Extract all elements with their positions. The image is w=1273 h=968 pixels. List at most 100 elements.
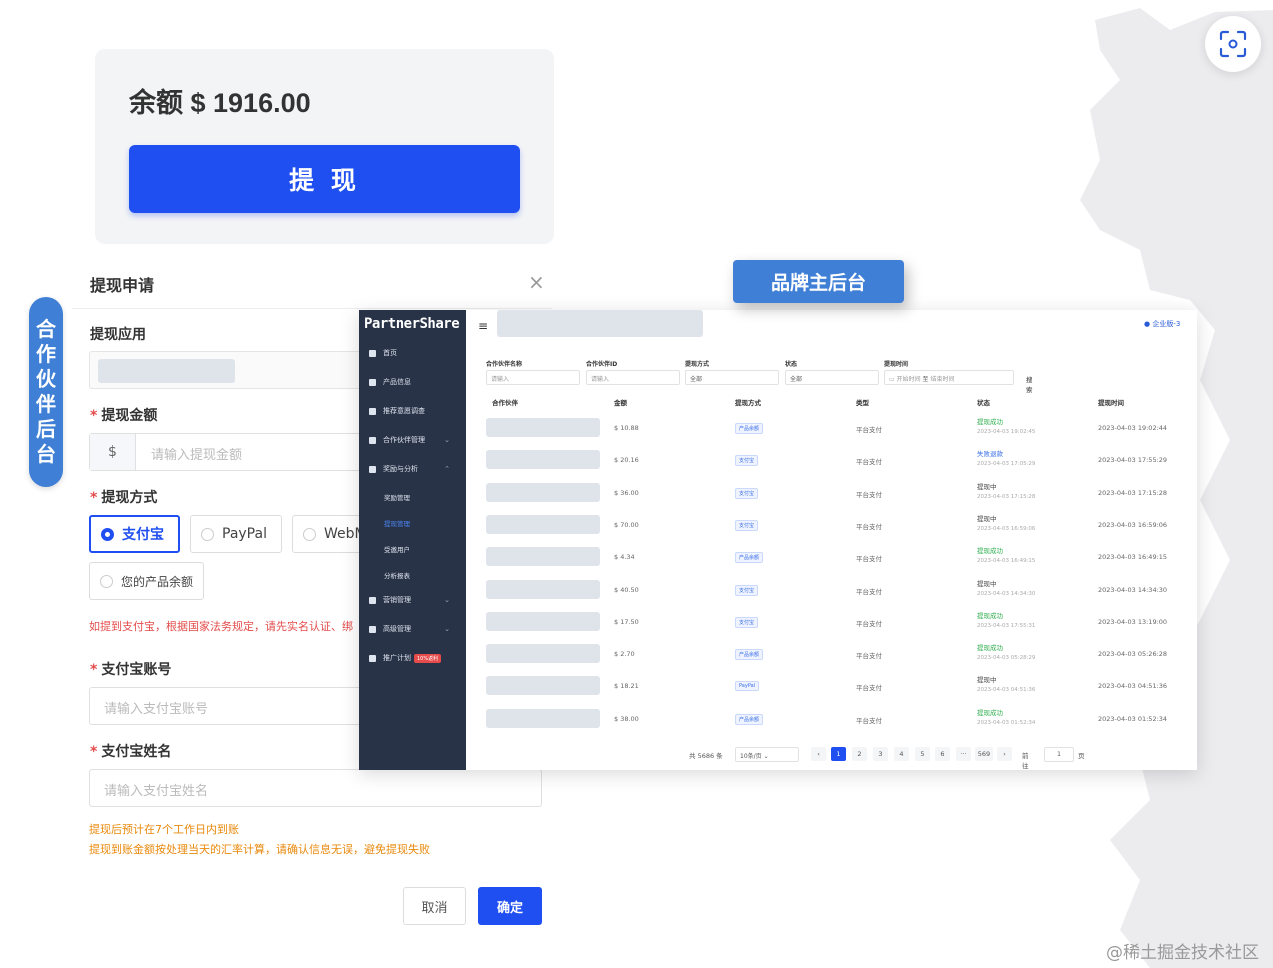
method-tag: 支付宝 xyxy=(735,455,759,467)
partner-placeholder-block xyxy=(486,450,600,470)
method-tag: 支付宝 xyxy=(735,616,759,628)
status-cell: 提现中 xyxy=(977,579,997,588)
app-select[interactable] xyxy=(89,351,389,389)
sidebar-item-advanced[interactable]: 高级管理 ⌄ xyxy=(359,620,466,638)
enterprise-account[interactable]: ● 企业版-3 xyxy=(1144,319,1180,329)
app-label: 提现应用 xyxy=(90,327,146,343)
balance-card: 余额 $ 1916.00 提 现 xyxy=(95,49,554,244)
filter-partner-id-input[interactable]: 请输入 xyxy=(586,370,680,385)
table-row[interactable]: $ 18.21 PayPal 平台支付 提现中 2023-04-03 04:51:36 2… xyxy=(486,668,1186,700)
admin-sidebar: PartnerShare 首页 产品信息 推荐意愿调查 合作伙伴管理 ⌄ 奖励与分… xyxy=(359,310,466,770)
chevron-up-icon: ⌃ xyxy=(444,465,450,473)
menu-icon[interactable]: ≡ xyxy=(478,319,488,333)
table-row[interactable]: $ 10.88 产品余额 平台支付 提现成功 2023-04-03 19:02:45 20… xyxy=(486,410,1186,442)
withdraw-button[interactable]: 提 现 xyxy=(129,145,520,213)
page-button[interactable]: 3 xyxy=(873,747,888,761)
sidebar-item-promo[interactable]: 推广计划 10%返利 xyxy=(359,649,466,667)
partner-label-char: 后 xyxy=(36,417,56,441)
amount-input-placeholder: 请输入提现金额 xyxy=(151,448,243,463)
method-tag: PayPal xyxy=(735,681,760,692)
goto-page-input[interactable]: 1 xyxy=(1044,747,1074,762)
amount-cell: $ 17.50 xyxy=(614,617,639,626)
status-cell: 提现中 xyxy=(977,514,997,523)
alipay-name-input[interactable]: 请输入支付宝姓名 xyxy=(89,769,542,807)
close-icon[interactable]: × xyxy=(528,272,545,292)
prev-page-button[interactable]: ‹ xyxy=(811,747,826,761)
method-tag: 支付宝 xyxy=(735,487,759,499)
method-tag: 支付宝 xyxy=(735,519,759,531)
page-size-label: 10条/页 xyxy=(740,753,762,760)
sidebar-item-recommend[interactable]: 推荐意愿调查 xyxy=(359,402,466,420)
sidebar-sub-report[interactable]: 分析报表 xyxy=(384,570,410,580)
table-row[interactable]: $ 20.16 支付宝 平台支付 失败退款 2023-04-03 17:05:29 202… xyxy=(486,442,1186,474)
table-row[interactable]: $ 17.50 支付宝 平台支付 提现成功 2023-04-03 17:55:31 202… xyxy=(486,604,1186,636)
sidebar-item-marketing[interactable]: 营销管理 ⌄ xyxy=(359,591,466,609)
filter-partner-name-input[interactable]: 请输入 xyxy=(486,370,580,385)
sidebar-sub-withdraw[interactable]: 提现管理 xyxy=(384,518,410,528)
chevron-down-icon: ⌄ xyxy=(444,436,450,444)
table-row[interactable]: $ 38.00 产品余额 平台支付 提现成功 2023-04-03 01:52:34 20… xyxy=(486,701,1186,733)
amount-cell: $ 2.70 xyxy=(614,650,635,659)
name-label: * 支付宝姓名 xyxy=(90,744,172,760)
page-button[interactable]: 569 xyxy=(975,747,993,761)
page-button[interactable]: 5 xyxy=(915,747,930,761)
next-page-button[interactable]: › xyxy=(997,747,1012,761)
page-button[interactable]: 1 xyxy=(831,747,846,761)
method-alipay-radio[interactable]: 支付宝 xyxy=(89,515,180,553)
type-cell: 平台支付 xyxy=(856,716,882,725)
sidebar-label: 合作伙伴管理 xyxy=(383,436,425,444)
partner-placeholder-block xyxy=(486,418,600,437)
status-time-cell: 2023-04-03 14:34:30 xyxy=(977,590,1036,597)
sidebar-item-product[interactable]: 产品信息 xyxy=(359,373,466,391)
sidebar-item-rewards[interactable]: 奖励与分析 ⌃ xyxy=(359,460,466,478)
partner-placeholder-block xyxy=(486,579,600,599)
time-to: 至 xyxy=(922,376,929,383)
search-button[interactable]: 搜索 xyxy=(1026,374,1033,394)
amount-cell: $ 36.00 xyxy=(614,488,639,497)
page-button[interactable]: 6 xyxy=(935,747,950,761)
partner-placeholder-block xyxy=(486,676,600,696)
page-button[interactable]: 4 xyxy=(894,747,909,761)
sidebar-sub-users[interactable]: 受邀用户 xyxy=(384,544,410,554)
sidebar-label: 奖励与分析 xyxy=(383,465,418,473)
promo-badge: 10%返利 xyxy=(414,653,442,663)
table-row[interactable]: $ 36.00 支付宝 平台支付 提现中 2023-04-03 17:15:28 2023… xyxy=(486,475,1186,507)
filter-method-select[interactable]: 全部 xyxy=(685,370,779,385)
confirm-button[interactable]: 确定 xyxy=(478,887,542,925)
amount-field[interactable]: $ 请输入提现金额 xyxy=(89,433,389,471)
cancel-button[interactable]: 取消 xyxy=(403,887,466,925)
time-cell: 2023-04-03 17:15:28 xyxy=(1098,488,1168,497)
scan-button[interactable] xyxy=(1205,16,1261,72)
app-placeholder-block xyxy=(98,359,235,383)
table-row[interactable]: $ 70.00 支付宝 平台支付 提现中 2023-04-03 16:59:06 2023… xyxy=(486,507,1186,539)
sidebar-item-partners[interactable]: 合作伙伴管理 ⌄ xyxy=(359,431,466,449)
filter-partner-id-label: 合作伙伴ID xyxy=(586,361,618,368)
sidebar-item-home[interactable]: 首页 xyxy=(359,344,466,362)
partner-label-char: 作 xyxy=(36,342,56,366)
method-tag: 产品余额 xyxy=(735,552,764,564)
table-row[interactable]: $ 4.34 产品余额 平台支付 提现成功 2023-04-03 16:49:15 202… xyxy=(486,539,1186,571)
page-button[interactable]: 2 xyxy=(852,747,867,761)
column-header: 金额 xyxy=(614,399,627,407)
type-cell: 平台支付 xyxy=(856,426,882,434)
table-row[interactable]: $ 40.50 支付宝 平台支付 提现中 2023-04-03 14:34:30 2023… xyxy=(486,572,1186,604)
sidebar-sub-reward[interactable]: 奖励管理 xyxy=(384,492,410,502)
method-paypal-radio[interactable]: PayPal xyxy=(190,515,282,553)
column-header: 提现方式 xyxy=(735,399,761,407)
time-start: 开始时间 xyxy=(896,376,921,383)
dialog-divider xyxy=(72,308,552,309)
status-time-cell: 2023-04-03 04:51:36 xyxy=(977,687,1036,694)
method-balance-label: 您的产品余额 xyxy=(121,574,194,589)
filter-status-select[interactable]: 全部 xyxy=(785,370,879,385)
page-unit-label: 页 xyxy=(1078,752,1085,760)
watermark: @稀土掘金技术社区 xyxy=(1106,943,1259,963)
page-ellipsis[interactable]: ··· xyxy=(956,747,971,761)
method-balance-radio[interactable]: 您的产品余额 xyxy=(89,562,204,600)
partner-placeholder-block xyxy=(486,547,600,567)
time-end: 结束时间 xyxy=(930,376,955,383)
filter-time-range[interactable]: ▭ 开始时间 至 结束时间 xyxy=(884,370,1014,385)
page-size-select[interactable]: 10条/页 ⌄ xyxy=(735,747,799,762)
partner-placeholder-block xyxy=(486,482,600,502)
dialog-title: 提现申请 xyxy=(90,276,155,295)
table-row[interactable]: $ 2.70 产品余额 平台支付 提现成功 2023-04-03 05:28:29 202… xyxy=(486,636,1186,668)
